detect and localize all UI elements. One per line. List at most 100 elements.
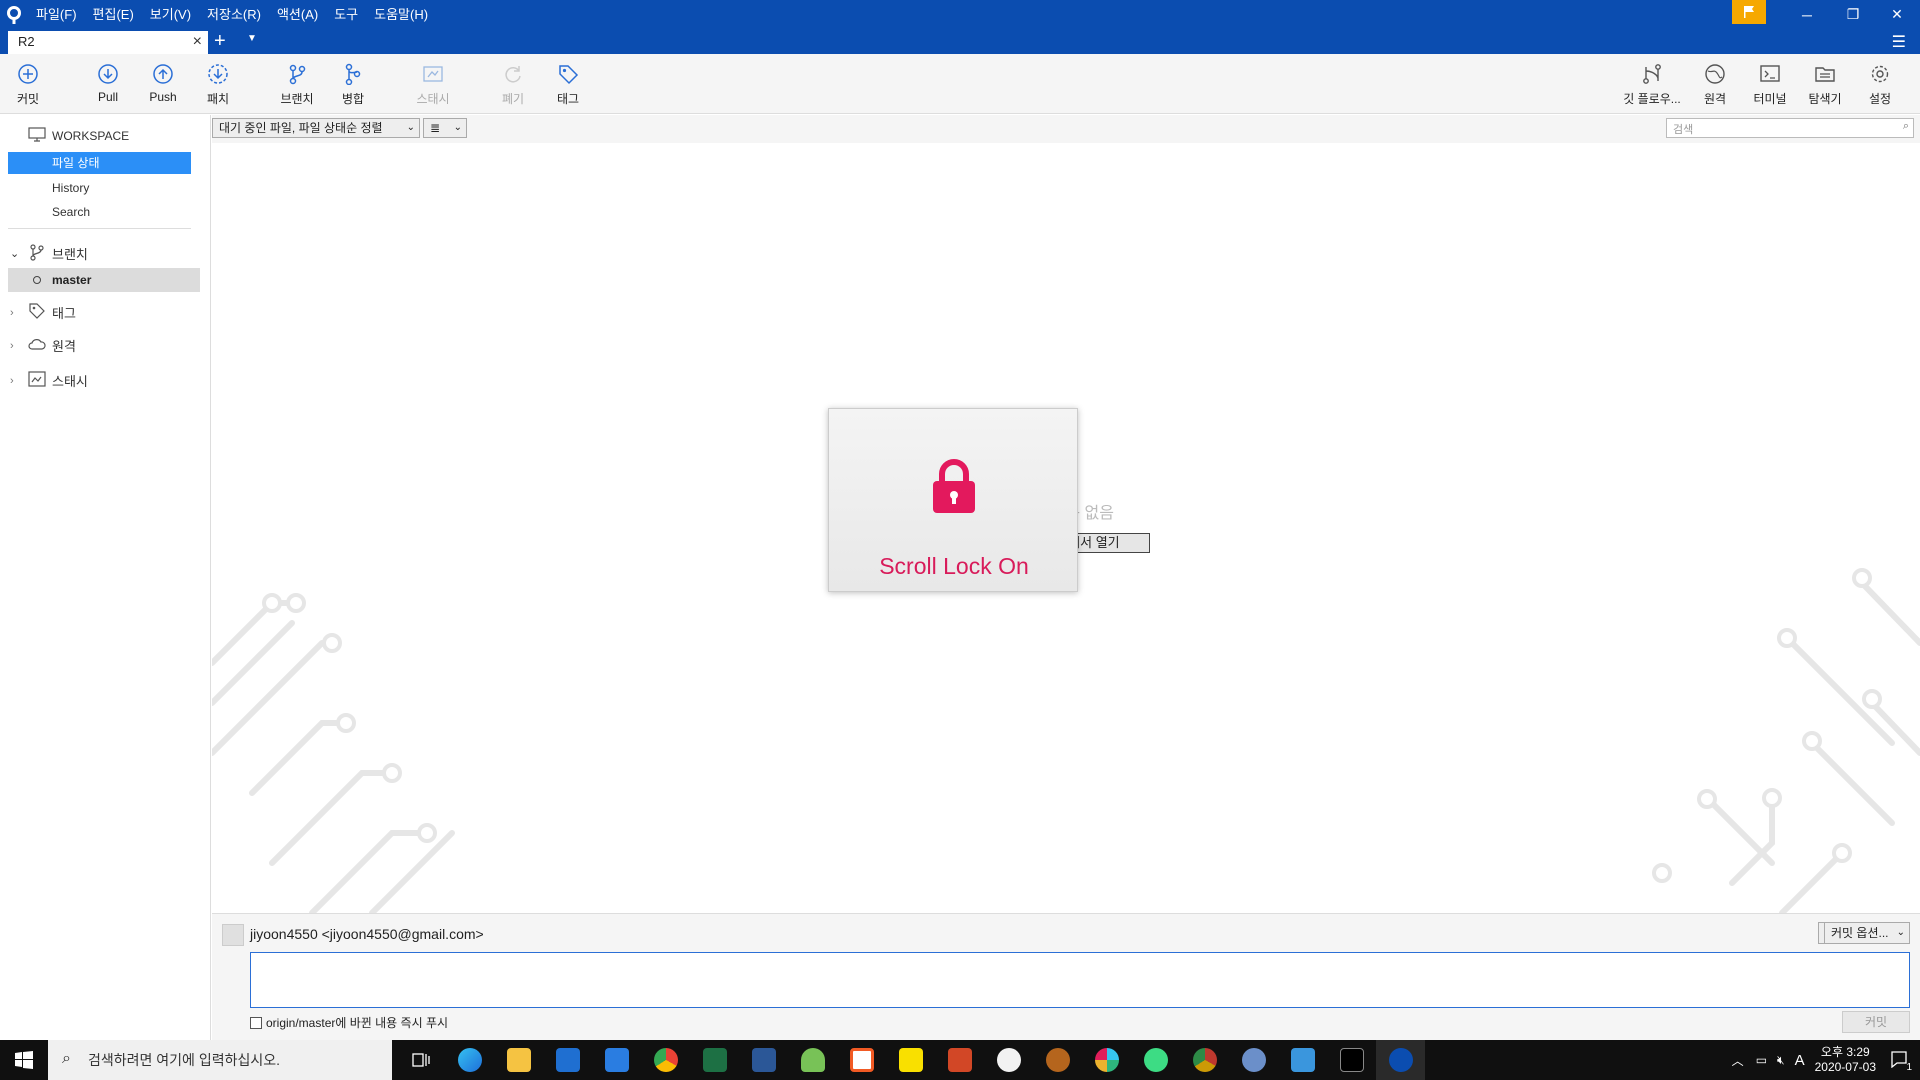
terminal-app-icon[interactable]: [1327, 1040, 1376, 1080]
clock[interactable]: 오후 3:29 2020-07-03: [1815, 1045, 1876, 1075]
restore-button[interactable]: ❐: [1830, 0, 1876, 29]
android-studio-icon[interactable]: [1131, 1040, 1180, 1080]
clock-time: 오후 3:29: [1820, 1045, 1870, 1059]
chrome-icon[interactable]: [641, 1040, 690, 1080]
taskbar-search-input[interactable]: ⌕ 검색하려면 여기에 입력하십시오.: [48, 1040, 392, 1080]
word-icon[interactable]: [739, 1040, 788, 1080]
plus-circle-icon: [0, 62, 58, 86]
sidebar-item-file-status[interactable]: 파일 상태: [8, 152, 191, 174]
menu-view[interactable]: 보기(V): [142, 0, 199, 29]
chevron-right-icon: ›: [10, 374, 14, 387]
discard-label: 폐기: [501, 92, 525, 106]
battery-icon[interactable]: ▭: [1756, 1053, 1767, 1067]
gitflow-icon: [1620, 62, 1684, 86]
menu-repository[interactable]: 저장소(R): [199, 0, 269, 29]
remotes-section[interactable]: › 원격: [10, 336, 76, 355]
task-view-icon[interactable]: [396, 1040, 445, 1080]
remote-desktop-icon[interactable]: [1278, 1040, 1327, 1080]
chrome-alt-icon[interactable]: [1180, 1040, 1229, 1080]
minimize-button[interactable]: ─: [1784, 0, 1830, 29]
commit-button[interactable]: 커밋: [1842, 1011, 1910, 1033]
discard-button[interactable]: 폐기: [483, 62, 543, 107]
settings-button[interactable]: 설정: [1850, 62, 1910, 107]
commit-author: jiyoon4550 <jiyoon4550@gmail.com>: [250, 926, 484, 942]
notification-icon[interactable]: 1: [1890, 1050, 1912, 1073]
menu-edit[interactable]: 편집(E): [85, 0, 142, 29]
branch-icon: [267, 62, 327, 86]
ime-indicator[interactable]: A: [1795, 1052, 1805, 1069]
hwp-icon[interactable]: [837, 1040, 886, 1080]
terminal-button[interactable]: 터미널: [1740, 62, 1800, 107]
menu-help[interactable]: 도움말(H): [366, 0, 436, 29]
tags-section[interactable]: › 태그: [10, 302, 76, 323]
tab-r2[interactable]: R2 ×: [8, 31, 208, 54]
tag-button[interactable]: 태그: [538, 62, 598, 107]
remotes-label: 원격: [52, 339, 76, 354]
close-window-button[interactable]: ✕: [1874, 0, 1920, 29]
menu-file[interactable]: 파일(F): [28, 0, 85, 29]
cloud-icon: [28, 337, 46, 354]
sidebar-item-search[interactable]: Search: [8, 201, 191, 223]
kakaotalk-icon[interactable]: [886, 1040, 935, 1080]
branch-button[interactable]: 브랜치: [267, 62, 327, 107]
sidebar-divider: [8, 228, 191, 229]
windows-start-icon[interactable]: [0, 1040, 48, 1080]
excel-icon[interactable]: [690, 1040, 739, 1080]
globe-icon: [1685, 62, 1745, 86]
push-button[interactable]: Push: [133, 62, 193, 104]
commit-tool-button[interactable]: 커밋: [0, 62, 58, 107]
android-icon[interactable]: [788, 1040, 837, 1080]
tab-dropdown-icon[interactable]: ▼: [247, 33, 257, 44]
chevron-up-icon[interactable]: ︿: [1732, 1052, 1744, 1069]
terminal-label: 터미널: [1753, 92, 1787, 106]
burger-app-icon[interactable]: [1033, 1040, 1082, 1080]
search-input[interactable]: 검색 ⌕: [1666, 118, 1914, 138]
push-immediately-checkbox[interactable]: origin/master에 바뀐 내용 즉시 푸시: [250, 1014, 448, 1031]
tag-icon: [538, 62, 598, 86]
store-icon[interactable]: [543, 1040, 592, 1080]
list-view-icon: ≣: [430, 121, 441, 135]
menu-tools[interactable]: 도구: [326, 0, 366, 29]
branch-name: master: [52, 273, 92, 287]
sidebar-item-history[interactable]: History: [8, 177, 191, 199]
branches-section[interactable]: ⌄ 브랜치: [10, 243, 88, 264]
close-tab-icon[interactable]: ×: [193, 33, 202, 51]
lock-icon: [931, 459, 977, 518]
flag-icon[interactable]: [1732, 0, 1766, 24]
powerpoint-icon[interactable]: [935, 1040, 984, 1080]
branch-icon: [28, 243, 46, 264]
menu-actions[interactable]: 액션(A): [269, 0, 326, 29]
chevron-right-icon: ›: [10, 339, 14, 352]
sourcetree-app-icon[interactable]: [1376, 1040, 1425, 1080]
file-explorer-icon[interactable]: [494, 1040, 543, 1080]
new-tab-icon[interactable]: +: [214, 29, 226, 53]
avatar: [222, 924, 244, 946]
commit-message-input[interactable]: [250, 952, 1910, 1008]
stash-icon: [403, 62, 463, 86]
merge-button[interactable]: 병합: [323, 62, 383, 107]
checkbox-icon[interactable]: [250, 1016, 262, 1029]
hamburger-menu-icon[interactable]: ☰: [1892, 32, 1906, 52]
remote-button[interactable]: 원격: [1685, 62, 1745, 107]
commit-options-dropdown[interactable]: 커밋 옵션... ⌄: [1824, 922, 1910, 944]
sourcetree-logo-icon[interactable]: [0, 0, 28, 29]
gitflow-button[interactable]: 깃 플로우...: [1620, 62, 1684, 107]
stash-button[interactable]: 스태시: [403, 62, 463, 107]
stashes-label: 스태시: [52, 374, 88, 389]
sort-dropdown-label: 대기 중인 파일, 파일 상태순 정렬: [219, 121, 383, 135]
taskbar-search-placeholder: 검색하려면 여기에 입력하십시오.: [88, 1052, 280, 1068]
mail-icon[interactable]: [592, 1040, 641, 1080]
view-mode-dropdown[interactable]: ≣ ⌄: [423, 118, 467, 138]
r-icon[interactable]: [1229, 1040, 1278, 1080]
slack-icon[interactable]: [1082, 1040, 1131, 1080]
volume-muted-icon[interactable]: 🔇︎: [1777, 1053, 1785, 1068]
clock-date: 2020-07-03: [1814, 1060, 1876, 1074]
paint-icon[interactable]: [984, 1040, 1033, 1080]
explorer-button[interactable]: 탐색기: [1795, 62, 1855, 107]
branch-item-master[interactable]: master: [8, 268, 200, 292]
sort-dropdown[interactable]: 대기 중인 파일, 파일 상태순 정렬 ⌄: [212, 118, 420, 138]
pull-button[interactable]: Pull: [78, 62, 138, 104]
fetch-button[interactable]: 패치: [188, 62, 248, 107]
stashes-section[interactable]: › 스태시: [10, 371, 88, 390]
edge-icon[interactable]: [445, 1040, 494, 1080]
